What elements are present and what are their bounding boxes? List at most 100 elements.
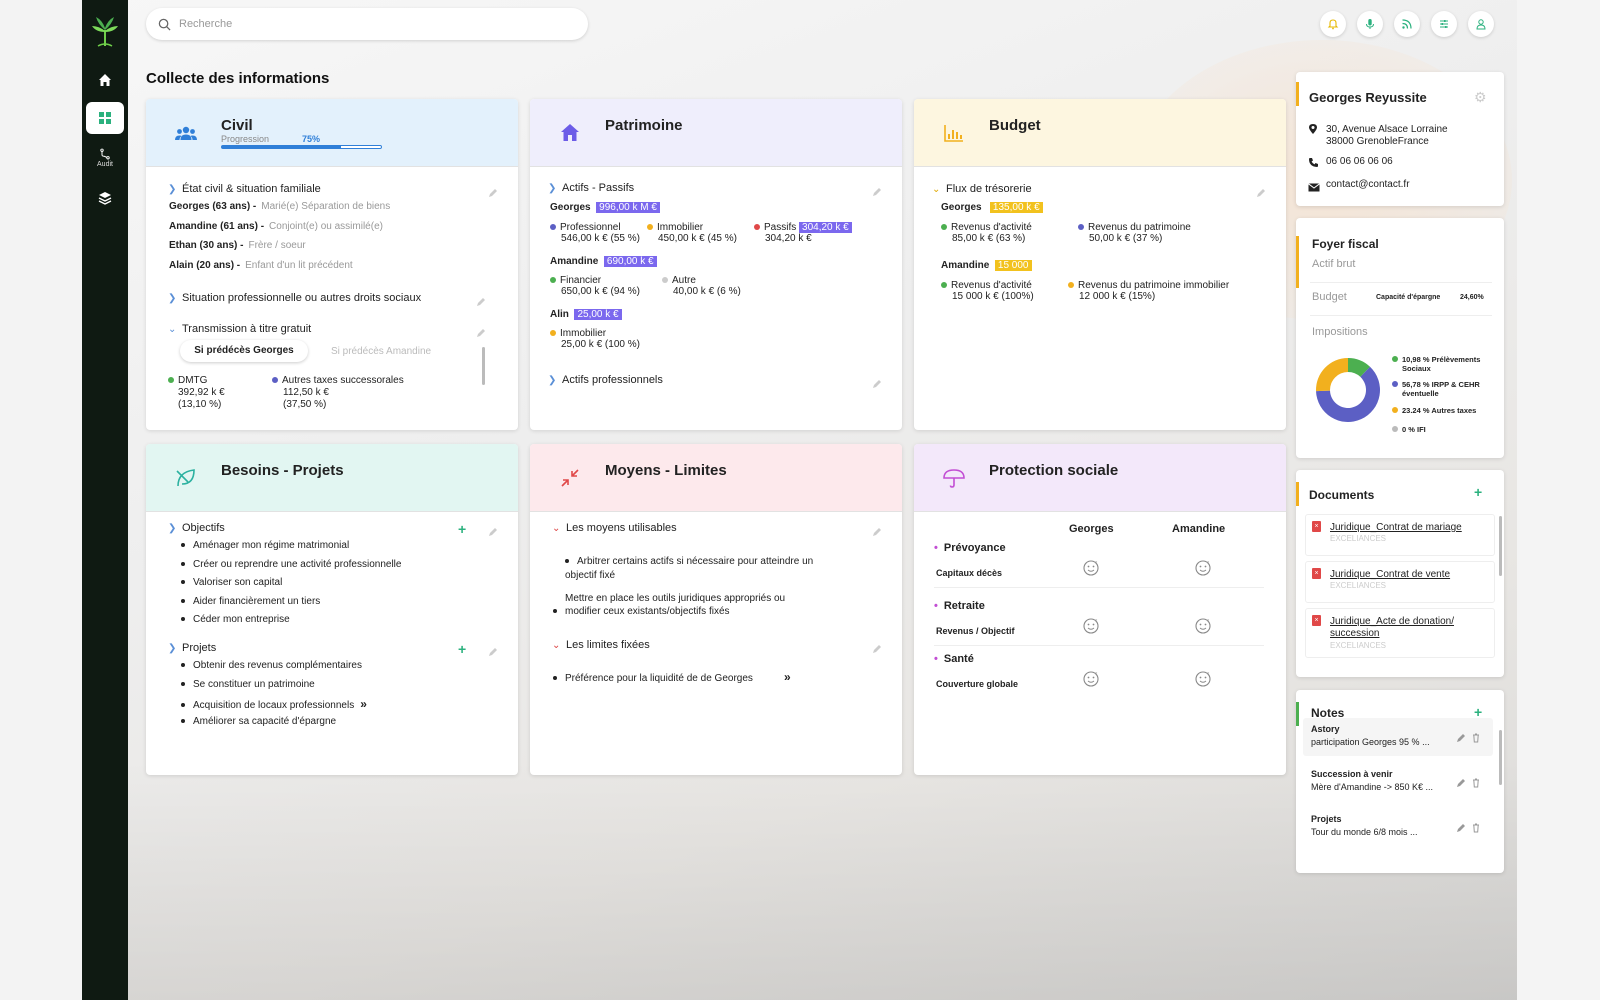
patrimoine-card: Patrimoine ❯ Actifs - Passifs Georges 996… [530,99,902,430]
double-chevron-icon[interactable]: » [784,670,791,684]
face-status-icon[interactable]: ? [1194,559,1212,577]
note-item[interactable]: Astory participation Georges 95 % ... [1303,718,1493,756]
add-projet-button[interactable]: + [458,641,466,657]
protection-header: Protection sociale [914,444,1286,512]
rss-icon [1402,19,1412,29]
patrimoine-title: Patrimoine [605,117,683,134]
section-actifs-professionnels[interactable]: ❯ Actifs professionnels [548,374,663,386]
tab-si-predeces-amandine[interactable]: Si prédécès Amandine [331,346,431,357]
moyens-header: Moyens - Limites [530,444,902,512]
edit-pencil-icon[interactable] [488,644,498,656]
document-name[interactable]: Juridique_Contrat de mariage [1330,522,1462,533]
section-etat-civil[interactable]: ❯ État civil & situation familiale [168,183,321,195]
dmtg-label: DMTG [168,375,207,386]
person-relation: Marié(e) Séparation de biens [261,201,391,212]
bar-chart-icon [940,119,968,147]
georges-revenus-patrimoine-value: 50,00 k € (37 %) [1089,233,1163,244]
face-status-icon[interactable]: ? [1082,559,1100,577]
tab-si-predeces-georges[interactable]: Si prédécès Georges [180,340,308,362]
document-name[interactable]: Juridique_Contrat de vente [1330,569,1450,580]
edit-pencil-icon[interactable] [476,294,486,306]
legend-text: 23.24 % Autres taxes [1402,406,1477,415]
person-row: Ethan (30 ans) - Frère / soeur [169,240,306,251]
professionnel-label: Professionnel [550,222,621,233]
scrollbar[interactable] [482,347,485,385]
edit-pencil-icon[interactable] [872,184,882,196]
add-objectif-button[interactable]: + [458,521,466,537]
besoins-header: Besoins - Projets [146,444,518,512]
svg-text:?: ? [1095,671,1098,676]
person-relation: Enfant d'un lit précédent [245,259,353,271]
impositions-label[interactable]: Impositions [1312,326,1368,338]
section-moyens-utilisables[interactable]: ⌄ Les moyens utilisables [552,522,677,534]
edit-pencil-icon[interactable] [1456,730,1466,742]
section-limites-fixees[interactable]: ⌄ Les limites fixées [552,639,650,651]
face-status-icon[interactable]: ? [1082,670,1100,688]
budget-label[interactable]: Budget [1312,291,1347,303]
autres-taxes-pct: (37,50 %) [283,399,327,410]
section-situation-pro[interactable]: ❯ Situation professionnelle ou autres dro… [168,292,421,304]
edit-pencil-icon[interactable] [488,524,498,536]
projet-item-label: Se constituer un patrimoine [193,678,315,690]
microphone-button[interactable] [1357,11,1383,37]
progress-bar [221,145,382,149]
section-transmission[interactable]: ⌄ Transmission à titre gratuit [168,323,311,335]
document-item[interactable]: × Juridique_Contrat de mariage EXCELIANCES [1305,514,1495,556]
profile-button[interactable] [1468,11,1494,37]
search-bar[interactable]: Recherche [146,8,588,40]
trash-icon[interactable] [1471,775,1481,788]
section-objectifs[interactable]: ❯ Objectifs [168,522,225,534]
objectif-item: Aménager mon régime matrimonial [181,540,349,551]
layers-icon [98,192,112,205]
actif-brut-label[interactable]: Actif brut [1312,258,1355,270]
gear-icon[interactable]: ⚙ [1474,89,1487,106]
section-actifs-passifs[interactable]: ❯ Actifs - Passifs [548,182,634,194]
edit-pencil-icon[interactable] [872,641,882,653]
chevron-down-icon: ⌄ [168,323,177,335]
client-phone: 06 06 06 06 06 [1326,156,1393,167]
edit-pencil-icon[interactable] [1456,820,1466,832]
feed-button[interactable] [1394,11,1420,37]
edit-pencil-icon[interactable] [872,376,882,388]
section-projets-label: Projets [182,642,217,654]
client-name: Georges Reyussite [1309,90,1427,105]
document-item[interactable]: × Juridique_Contrat de vente EXCELIANCES [1305,561,1495,603]
edit-pencil-icon[interactable] [488,185,498,197]
notes-scrollbar[interactable] [1499,730,1502,785]
edit-pencil-icon[interactable] [872,524,882,536]
document-name-cont[interactable]: succession [1330,628,1379,639]
section-projets[interactable]: ❯ Projets [168,642,216,654]
people-icon [172,119,200,147]
alin-immobilier-label: Immobilier [550,328,606,339]
document-name[interactable]: Juridique_Acte de donation/ [1330,616,1454,627]
sidebar-home-button[interactable] [86,64,124,96]
trash-icon[interactable] [1471,730,1481,743]
svg-text:?: ? [1095,560,1098,565]
sidebar-audit-button[interactable]: Audit [86,142,124,174]
double-chevron-icon[interactable]: » [360,697,367,711]
note-item[interactable]: Succession à venir Mère d'Amandine -> 850… [1303,763,1493,801]
section-etat-civil-label: État civil & situation familiale [182,183,321,195]
documents-scrollbar[interactable] [1499,516,1502,576]
page-title: Collecte des informations [146,70,330,87]
add-document-button[interactable]: + [1474,484,1482,500]
face-status-icon[interactable]: ? [1194,670,1212,688]
trash-icon[interactable] [1471,820,1481,833]
settings-sliders-button[interactable] [1431,11,1457,37]
face-status-icon[interactable]: ? [1194,617,1212,635]
edit-pencil-icon[interactable] [476,325,486,337]
amandine-revenus-patrimoine-value: 12 000 k € (15%) [1079,291,1156,302]
projet-item: Obtenir des revenus complémentaires [181,660,362,671]
edit-pencil-icon[interactable] [1256,185,1266,197]
sidebar-layers-button[interactable] [86,182,124,214]
notifications-button[interactable] [1320,11,1346,37]
document-item[interactable]: × Juridique_Acte de donation/succession EX… [1305,608,1495,658]
face-status-icon[interactable]: ? [1082,617,1100,635]
svg-text:?: ? [1207,560,1210,565]
sidebar-dashboard-button[interactable] [86,102,124,134]
edit-pencil-icon[interactable] [1456,775,1466,787]
budget-header: Budget [914,99,1286,167]
section-flux-tresorerie[interactable]: ⌄ Flux de trésorerie [932,183,1032,195]
note-item[interactable]: Projets Tour du monde 6/8 mois ... [1303,808,1493,846]
passifs-label: Passifs 304,20 k € [754,222,852,233]
